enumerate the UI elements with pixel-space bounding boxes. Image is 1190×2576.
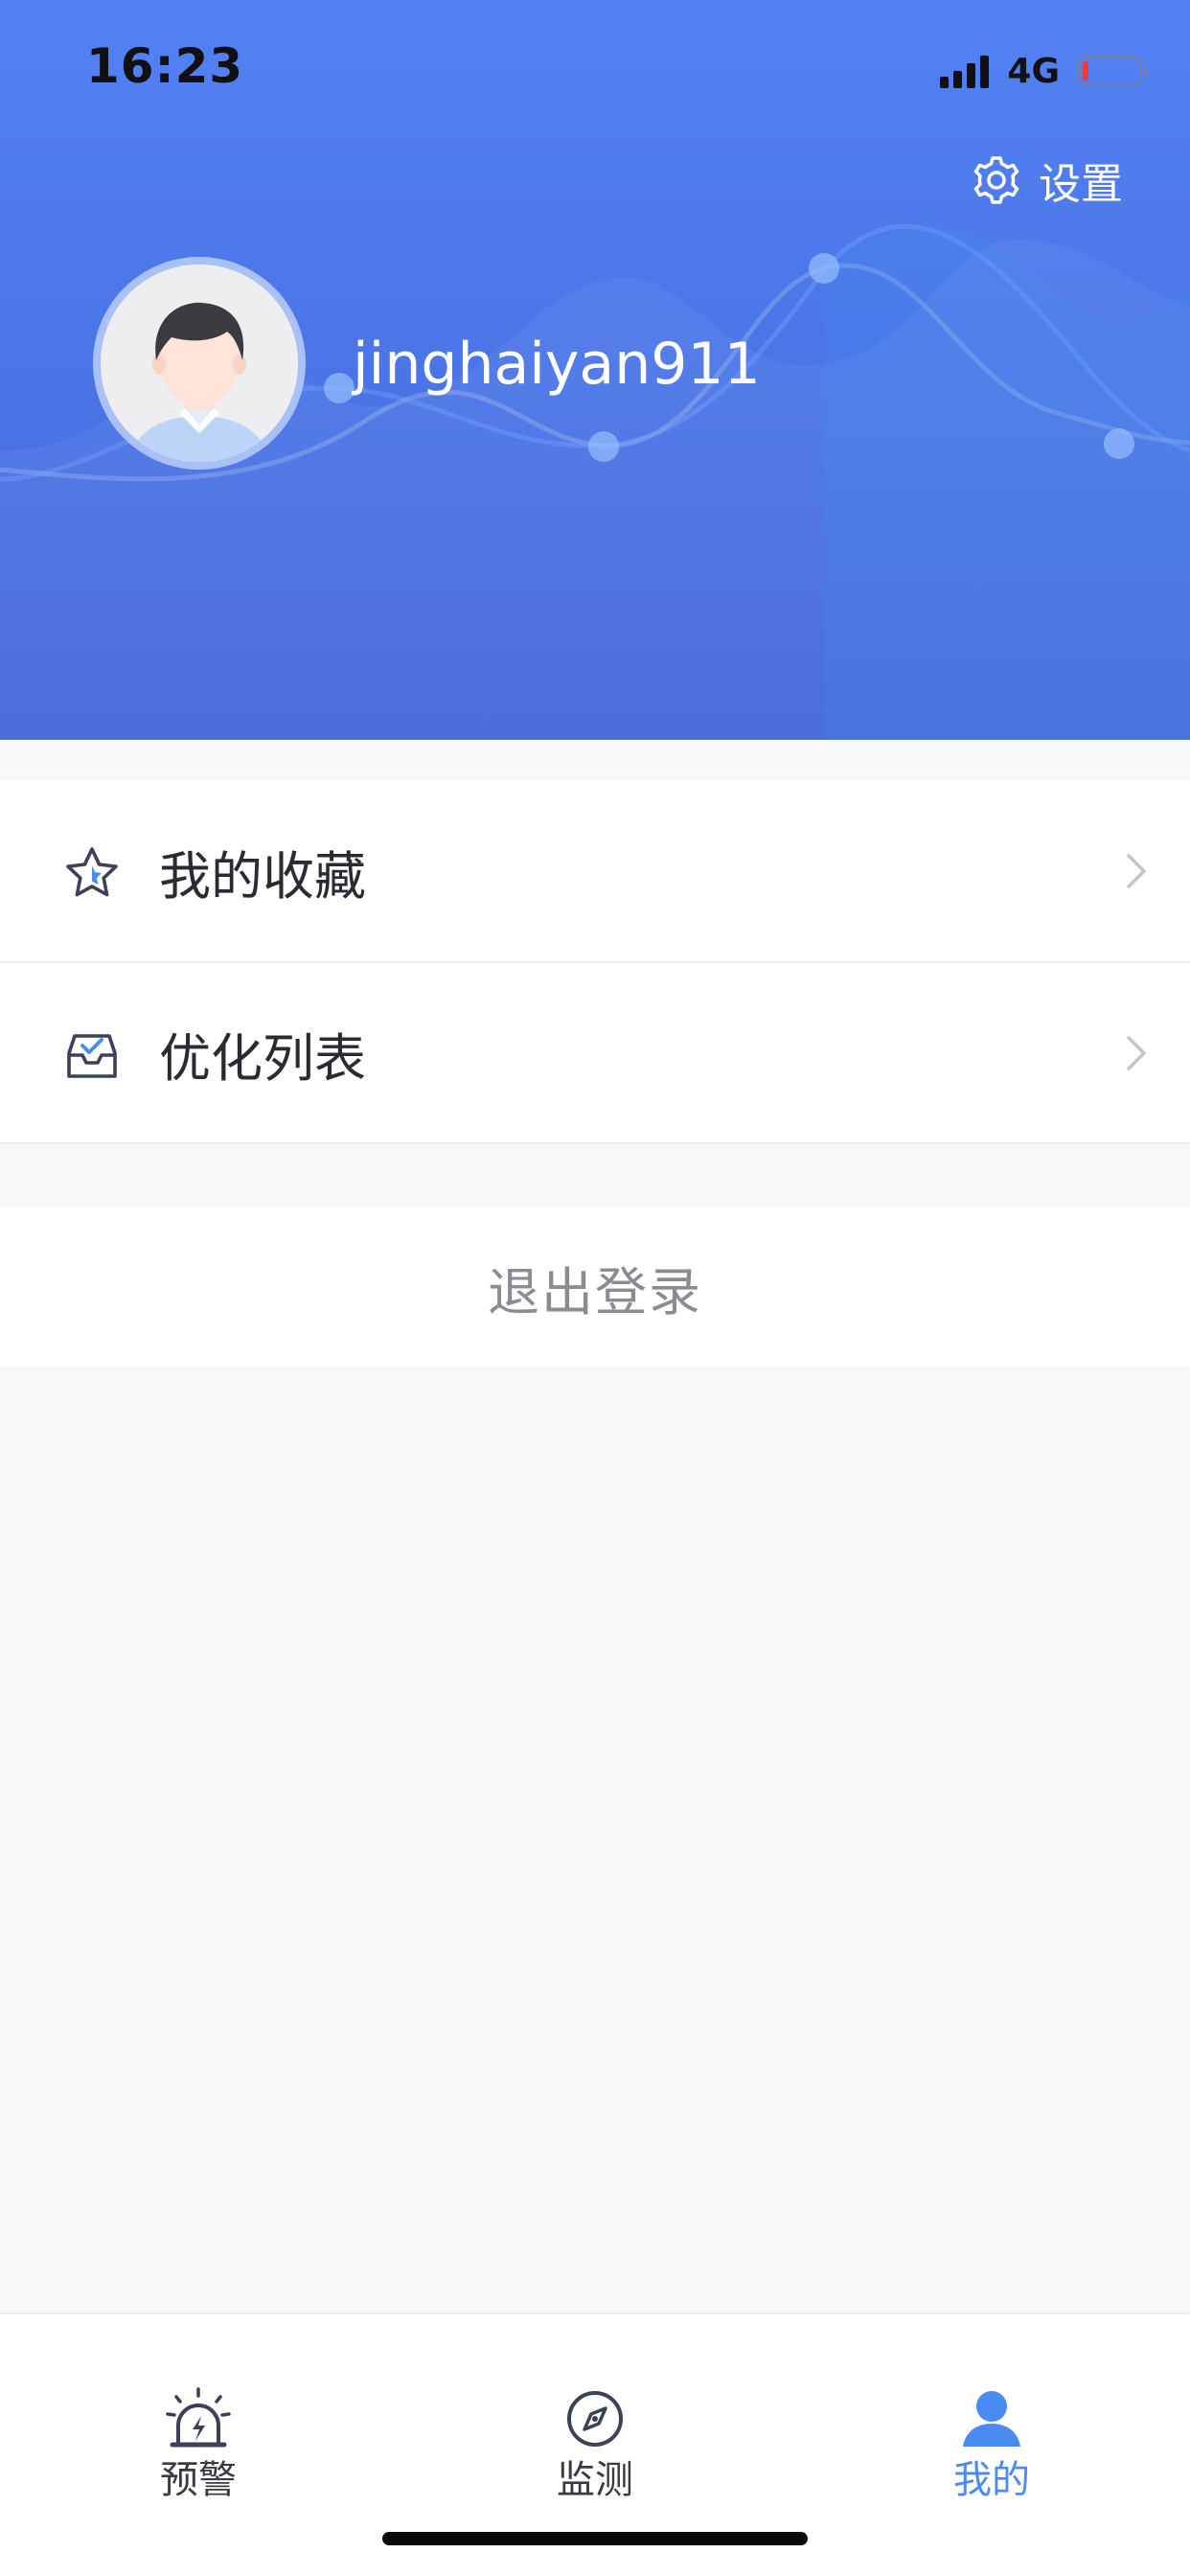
- home-indicator: [382, 2532, 808, 2545]
- menu-divider: [0, 1142, 1190, 1144]
- inbox-check-icon: [67, 1034, 117, 1078]
- profile-screen: 16:23 4G 设置 jinghaiyan911 我的收藏 优化列表 退出登录…: [0, 0, 1190, 2576]
- tab-label-warning: 预警: [160, 2458, 237, 2502]
- compass-icon: [567, 2391, 623, 2447]
- tab-warning[interactable]: 预警: [0, 2314, 397, 2516]
- profile-menu: 我的收藏 优化列表: [0, 781, 1190, 1143]
- logout-button[interactable]: 退出登录: [0, 1208, 1190, 1367]
- status-bar: 16:23 4G: [0, 0, 1190, 144]
- gear-icon: [973, 156, 1019, 204]
- user-icon: [963, 2391, 1020, 2447]
- logout-label: 退出登录: [488, 1261, 702, 1322]
- star-icon: [66, 847, 118, 897]
- menu-item-optimization-list[interactable]: 优化列表: [0, 961, 1190, 1143]
- chevron-right-icon: [1127, 1036, 1146, 1070]
- alarm-light-icon: [166, 2387, 231, 2448]
- username: jinghaiyan911: [353, 331, 761, 398]
- avatar[interactable]: [93, 257, 306, 470]
- tab-mine[interactable]: 我的: [793, 2314, 1190, 2516]
- signal-icon: [940, 54, 994, 88]
- settings-label: 设置: [1039, 160, 1123, 209]
- profile-header: 16:23 4G 设置 jinghaiyan911: [0, 0, 1190, 740]
- tab-label-mine: 我的: [953, 2458, 1030, 2502]
- chevron-right-icon: [1127, 854, 1146, 888]
- menu-label-optimization-list: 优化列表: [159, 1027, 366, 1089]
- network-label: 4G: [1007, 51, 1060, 91]
- tab-label-monitor: 监测: [557, 2458, 633, 2502]
- avatar-portrait-icon: [101, 264, 298, 462]
- status-time: 16:23: [86, 38, 244, 94]
- status-indicators: 4G: [940, 50, 1148, 92]
- settings-button[interactable]: 设置: [970, 151, 1123, 209]
- tab-monitor[interactable]: 监测: [397, 2314, 793, 2516]
- menu-label-favorites: 我的收藏: [159, 845, 366, 907]
- menu-item-favorites[interactable]: 我的收藏: [0, 781, 1190, 961]
- battery-icon: [1077, 56, 1148, 86]
